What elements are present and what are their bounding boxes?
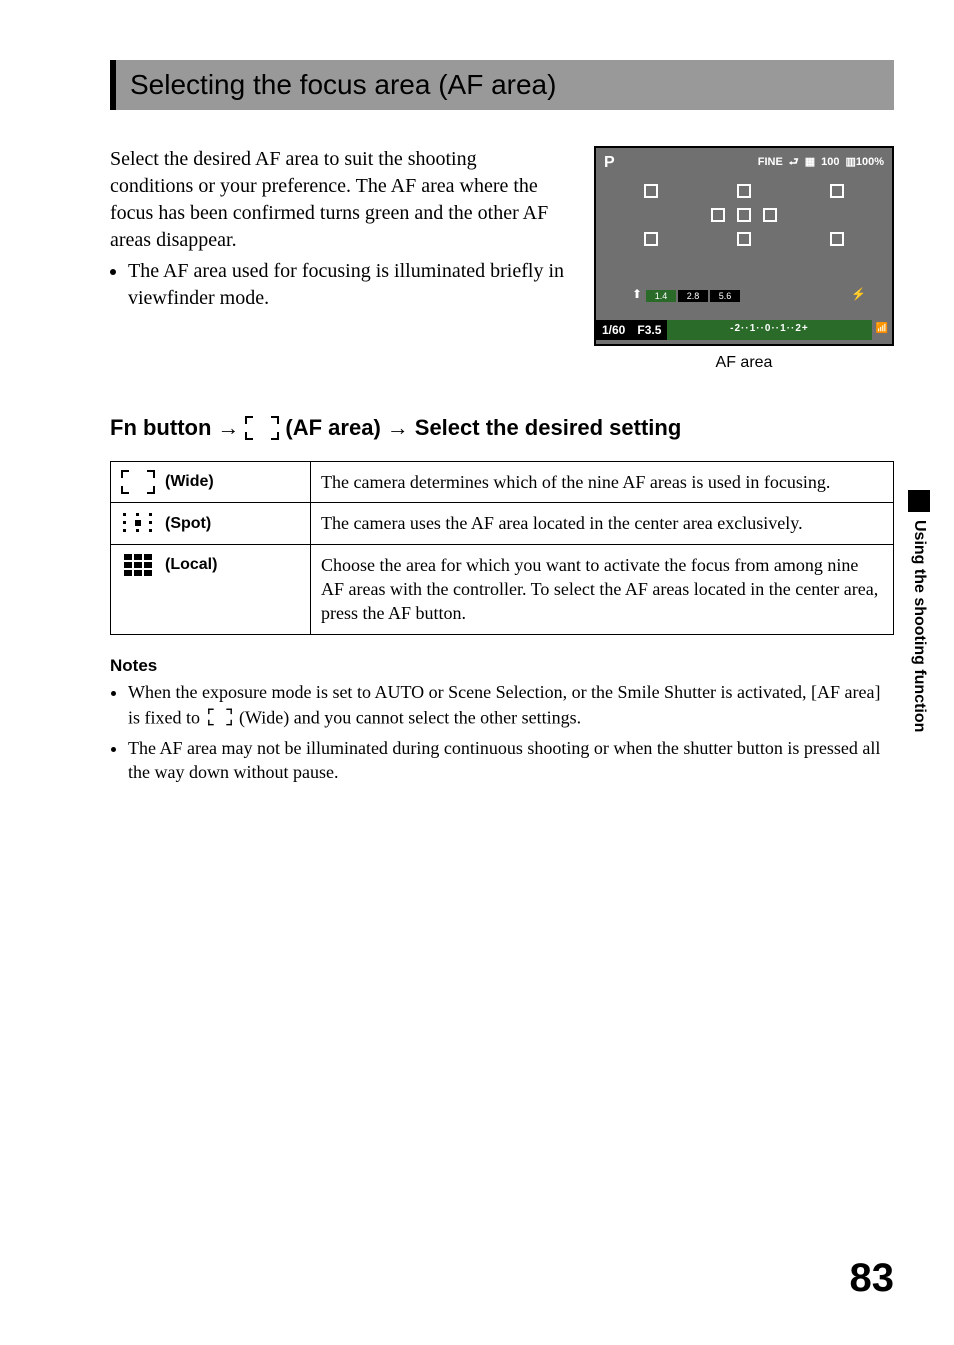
- procedure-subheading: Fn button → (AF area) → Select the desir…: [110, 413, 894, 443]
- section-side-tab: Using the shooting function: [908, 490, 930, 732]
- lcd-size-icon: ▦: [805, 155, 815, 170]
- subhead-part-select: Select the desired setting: [415, 413, 682, 443]
- lcd-af-area-grid: [644, 184, 844, 246]
- table-row: (Wide) The camera determines which of th…: [111, 462, 894, 503]
- lcd-bottom-row: 1/60 F3.5 -2··1··0··1··2+ 📶: [596, 320, 892, 340]
- arrow-right-icon: →: [217, 413, 239, 443]
- table-row: (Spot) The camera uses the AF area locat…: [111, 503, 894, 544]
- option-description: The camera uses the AF area located in t…: [311, 503, 894, 544]
- af-area-icon: [245, 416, 279, 440]
- intro-text-block: Select the desired AF area to suit the s…: [110, 146, 564, 374]
- note-item: The AF area may not be illuminated durin…: [128, 736, 894, 785]
- note-item: When the exposure mode is set to AUTO or…: [128, 680, 894, 735]
- note-text-post: (Wide) and you cannot select the other s…: [239, 707, 581, 727]
- option-label: (Wide): [165, 471, 214, 493]
- lcd-flash-icon: ⚡: [851, 286, 866, 302]
- arrow-right-icon: →: [387, 413, 409, 443]
- lcd-aperture-box: 2.8: [678, 290, 708, 302]
- option-label: (Local): [165, 554, 217, 576]
- lcd-mode-indicator: P: [604, 152, 615, 174]
- notes-list: When the exposure mode is set to AUTO or…: [110, 680, 894, 785]
- subhead-part-fn: Fn button: [110, 413, 211, 443]
- lcd-fstop-value: F3.5: [631, 320, 667, 340]
- lcd-battery-icon: ▥100%: [845, 155, 884, 170]
- options-table: (Wide) The camera determines which of th…: [110, 461, 894, 634]
- lcd-preview: P FINE ⮐ ▦ 100 ▥100% ⬆: [594, 146, 894, 374]
- lcd-top-right-status: FINE ⮐ ▦ 100 ▥100%: [758, 155, 884, 170]
- wide-icon: [208, 708, 232, 725]
- lcd-aperture-box: 1.4: [646, 290, 676, 302]
- lcd-shutter-value: 1/60: [596, 320, 631, 340]
- spot-icon: [121, 511, 155, 535]
- subhead-part-afarea: (AF area): [285, 413, 380, 443]
- lcd-card-icon: ⮐: [789, 155, 799, 170]
- lcd-ev-scale: -2··1··0··1··2+: [667, 320, 871, 340]
- option-label: (Spot): [165, 513, 211, 535]
- note-text-pre: The AF area may not be illuminated durin…: [128, 738, 880, 782]
- lcd-scale-arrow-icon: ⬆: [632, 286, 642, 302]
- lcd-quality-icon: FINE: [758, 155, 783, 170]
- option-description: Choose the area for which you want to ac…: [311, 544, 894, 634]
- page-heading: Selecting the focus area (AF area): [110, 60, 894, 110]
- lcd-signal-icon: 📶: [872, 320, 892, 340]
- intro-paragraph: Select the desired AF area to suit the s…: [110, 146, 564, 254]
- option-description: The camera determines which of the nine …: [311, 462, 894, 503]
- lcd-aperture-box: 5.6: [710, 290, 740, 302]
- table-row: (Local) Choose the area for which you wa…: [111, 544, 894, 634]
- local-icon: [121, 553, 155, 577]
- lcd-remaining: 100: [821, 155, 839, 170]
- notes-heading: Notes: [110, 655, 894, 678]
- lcd-caption: AF area: [594, 352, 894, 374]
- lcd-screen: P FINE ⮐ ▦ 100 ▥100% ⬆: [594, 146, 894, 346]
- page-number: 83: [850, 1251, 895, 1305]
- lcd-exposure-scale: ⬆ 1.4 2.8 5.6 ⚡: [646, 290, 862, 314]
- wide-icon: [121, 470, 155, 494]
- intro-bullet: The AF area used for focusing is illumin…: [128, 258, 564, 312]
